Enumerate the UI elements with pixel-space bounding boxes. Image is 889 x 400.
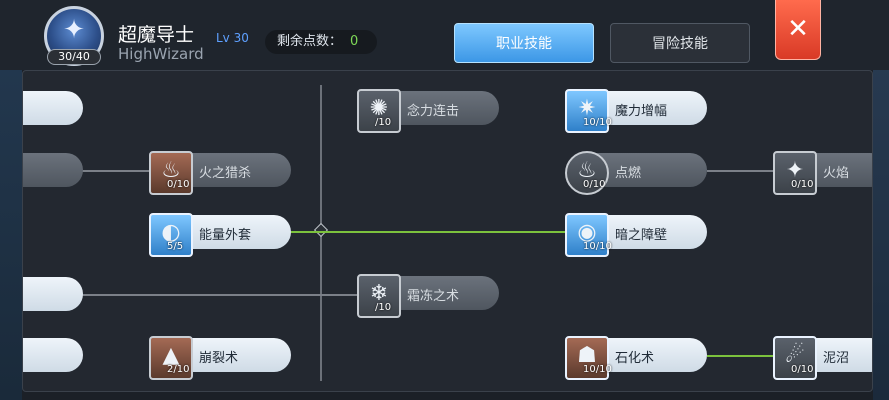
skill-label: 霜冻之术 <box>407 289 460 304</box>
skill-fire-pillar[interactable]: ✦ 0/10 火焰 <box>773 151 872 195</box>
skill-level: 2/10 <box>167 364 190 375</box>
skill-level: 10/10 <box>583 364 612 375</box>
class-english-name: HighWizard <box>118 45 204 63</box>
skill-tree-panel: ♨ 0/10 火之猎杀 ◐ 5/5 能量外套 ▲ 2/10 崩裂术 ✺ /10 … <box>22 70 873 392</box>
skill-level: /10 <box>375 302 392 313</box>
skill-quagmire[interactable]: ☄ 0/10 泥沼 <box>773 336 872 380</box>
skill-label: 泥沼 <box>823 351 850 366</box>
skill-label: 火焰 <box>823 166 850 181</box>
skill-stub[interactable] <box>23 338 83 372</box>
skill-frost-nova[interactable]: ❄ /10 霜冻之术 <box>357 274 499 318</box>
skill-level: 0/10 <box>791 364 814 375</box>
skill-label: 能量外套 <box>199 228 252 243</box>
skill-dark-barrier[interactable]: ◉ 10/10 暗之障壁 <box>565 213 707 257</box>
skill-label: 火之猎杀 <box>199 166 252 181</box>
skill-label: 点燃 <box>615 166 642 181</box>
skill-stub[interactable] <box>23 153 83 187</box>
skill-level: 10/10 <box>583 117 612 128</box>
class-name: 超魔导士 <box>118 24 195 46</box>
tab-job-skills[interactable]: 职业技能 <box>454 23 594 63</box>
skill-label: 念力连击 <box>407 104 460 119</box>
connector-line <box>707 170 777 172</box>
skill-label: 暗之障壁 <box>615 228 668 243</box>
skill-level: 0/10 <box>167 179 190 190</box>
skill-magic-amplify[interactable]: ✷ 10/10 魔力增幅 <box>565 89 707 133</box>
skill-level: 0/10 <box>791 179 814 190</box>
skill-psychic-burst[interactable]: ✺ /10 念力连击 <box>357 89 499 133</box>
skill-energy-coat[interactable]: ◐ 5/5 能量外套 <box>149 213 291 257</box>
remaining-points-label: 剩余点数： <box>277 34 343 49</box>
skill-level: 0/10 <box>583 179 606 190</box>
connector-line <box>81 170 151 172</box>
skill-stub[interactable] <box>23 91 83 125</box>
skill-label: 石化术 <box>615 351 655 366</box>
skill-level: /10 <box>375 117 392 128</box>
skill-label: 崩裂术 <box>199 351 239 366</box>
skill-heavens-drive[interactable]: ▲ 2/10 崩裂术 <box>149 336 291 380</box>
divider-node-icon <box>313 222 329 238</box>
skill-stub[interactable] <box>23 277 83 311</box>
connector-line-active <box>707 355 777 357</box>
skill-level: 5/5 <box>167 241 184 252</box>
skill-level: 10/10 <box>583 241 612 252</box>
tab-adventure-skills[interactable]: 冒险技能 <box>610 23 750 63</box>
skill-stone-curse[interactable]: ☗ 10/10 石化术 <box>565 336 707 380</box>
connector-line-active <box>291 231 566 233</box>
class-level: Lv 30 <box>216 31 249 45</box>
skill-window-header: ✦ 30/40 超魔导士 Lv 30 HighWizard 剩余点数： 0 职业技… <box>0 0 889 70</box>
skill-fire-wall[interactable]: ♨ 0/10 火之猎杀 <box>149 151 291 195</box>
connector-line <box>81 294 361 296</box>
remaining-points: 剩余点数： 0 <box>265 30 377 54</box>
skill-label: 魔力增幅 <box>615 104 668 119</box>
remaining-points-value: 0 <box>350 34 359 49</box>
close-button[interactable]: ✕ <box>775 0 821 60</box>
skill-points-badge: 30/40 <box>47 49 101 65</box>
skill-ignite[interactable]: ♨ 0/10 点燃 <box>565 151 707 195</box>
